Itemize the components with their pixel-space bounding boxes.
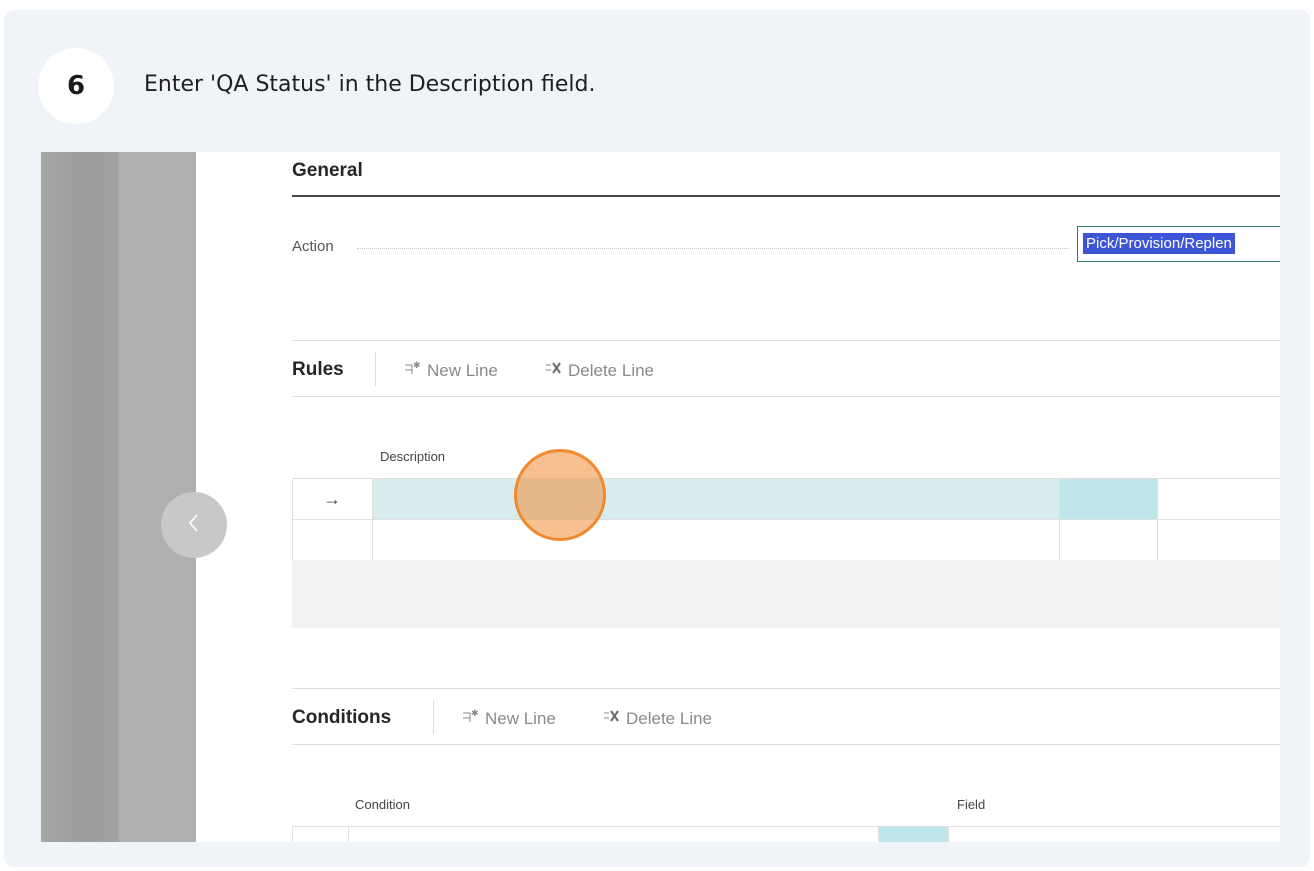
- rules-row-1-indicator[interactable]: →: [292, 478, 373, 520]
- rules-row-1-cell-3[interactable]: [1157, 478, 1280, 520]
- svg-text:✱: ✱: [413, 361, 421, 371]
- rules-row-2-description-cell[interactable]: [372, 519, 1060, 561]
- rules-toolbar-separator: [375, 352, 376, 386]
- conditions-new-line-button[interactable]: ✱ New Line: [461, 708, 556, 729]
- action-leader-dots: [357, 248, 1069, 249]
- action-label: Action: [292, 238, 334, 255]
- action-field[interactable]: Pick/Provision/Replen: [1077, 226, 1280, 262]
- rules-new-line-button[interactable]: ✱ New Line: [403, 360, 498, 381]
- conditions-section-title: Conditions: [292, 707, 392, 728]
- action-value: Pick/Provision/Replen: [1083, 233, 1235, 254]
- delete-line-icon: [544, 360, 562, 381]
- conditions-row-1-field-cell[interactable]: [948, 826, 1280, 842]
- side-nav-button[interactable]: [161, 492, 227, 558]
- click-indicator: [514, 449, 606, 541]
- conditions-delete-line-label: Delete Line: [626, 708, 713, 728]
- screenshot-panel: General Action Pick/Provision/Replen Rul…: [41, 152, 1280, 842]
- rules-toolbar-divider: [292, 396, 1280, 397]
- conditions-top-divider: [292, 688, 1280, 689]
- new-line-icon: ✱: [461, 708, 479, 729]
- rules-delete-line-label: Delete Line: [568, 360, 655, 380]
- row-arrow-icon: →: [313, 837, 331, 842]
- conditions-toolbar-separator: [433, 700, 434, 734]
- rules-row-2-indicator[interactable]: [292, 519, 373, 561]
- general-section-title: General: [292, 160, 363, 181]
- conditions-row-1-indicator[interactable]: →: [292, 826, 349, 842]
- rules-row-2-cell-2[interactable]: [1059, 519, 1158, 561]
- side-panel-outer: [41, 152, 119, 842]
- conditions-row-1-cell-2[interactable]: [878, 826, 949, 842]
- row-arrow-icon: →: [323, 489, 341, 509]
- conditions-col-condition: Condition: [355, 797, 410, 812]
- rules-delete-line-button[interactable]: Delete Line: [544, 360, 654, 381]
- rules-new-line-label: New Line: [427, 360, 498, 380]
- conditions-toolbar-divider: [292, 744, 1280, 745]
- delete-line-icon: [602, 708, 620, 729]
- rules-col-description: Description: [380, 449, 446, 464]
- new-line-icon: ✱: [403, 360, 421, 381]
- conditions-delete-line-button[interactable]: Delete Line: [602, 708, 712, 729]
- conditions-row-1-condition-cell[interactable]: [348, 826, 879, 842]
- conditions-new-line-label: New Line: [485, 708, 556, 728]
- rules-row-1-description-cell[interactable]: [372, 478, 1060, 520]
- rules-grid-empty-area: [292, 560, 1280, 628]
- rules-section-title: Rules: [292, 359, 344, 380]
- chevron-left-icon: [187, 512, 201, 539]
- step-number-badge: 6: [38, 48, 114, 124]
- rules-row-2-cell-3[interactable]: [1157, 519, 1280, 561]
- step-number: 6: [66, 71, 86, 101]
- svg-text:✱: ✱: [471, 709, 479, 719]
- rules-top-divider: [292, 340, 1280, 341]
- general-underline: [292, 195, 1280, 197]
- step-instruction: Enter 'QA Status' in the Description fie…: [144, 72, 596, 97]
- conditions-col-field: Field: [957, 797, 986, 812]
- rules-row-1-cell-2[interactable]: [1059, 478, 1158, 520]
